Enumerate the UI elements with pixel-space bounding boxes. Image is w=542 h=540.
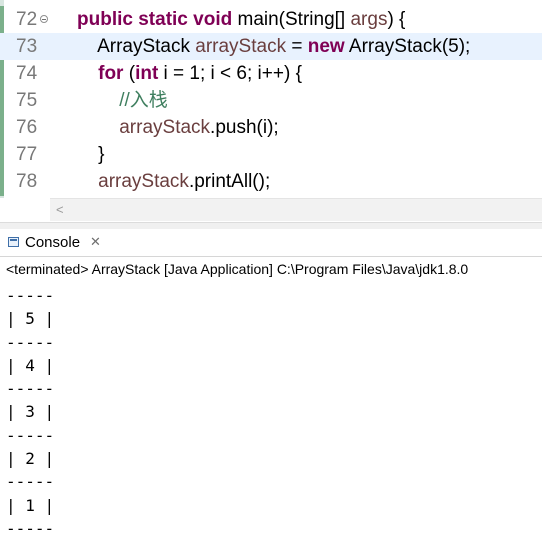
code-text: } (77, 144, 105, 165)
output-line: ----- (6, 379, 55, 399)
output-line: | 2 | (6, 449, 55, 469)
console-status: <terminated> ArrayStack [Java Applicatio… (6, 261, 469, 277)
code-line[interactable]: 72 public static void main(String[] args)… (0, 6, 542, 33)
console-output[interactable]: ----- | 5 | ----- | 4 | ----- | 3 | ----- | 2 |… (6, 284, 54, 540)
line-number: 75 (16, 90, 38, 111)
line-number: 76 (16, 117, 38, 138)
fold-toggle-icon[interactable] (40, 15, 48, 23)
output-line: ----- (6, 286, 55, 305)
tab-console[interactable]: Console ✕ (0, 229, 542, 257)
output-line: ----- (6, 472, 55, 492)
output-line: ----- (6, 425, 55, 445)
output-line: ----- (6, 332, 55, 352)
code-text: for (int i = 1; i < 6; i++) { (98, 63, 302, 84)
code-editor[interactable]: 72 public static void main(String[] args)… (0, 0, 542, 222)
output-line: | 5 | (6, 309, 55, 329)
code-line[interactable]: 78 arrayStack.printAll(); (0, 168, 542, 195)
code-line[interactable]: 75 //入栈 (0, 87, 542, 114)
scroll-left-arrow-icon[interactable]: < (56, 202, 64, 217)
output-line: ----- (6, 518, 55, 538)
console-icon (8, 237, 19, 247)
line-number: 73 (16, 36, 38, 57)
code-line[interactable]: 73 ArrayStack arrayStack = new ArrayStac… (0, 33, 542, 60)
code-text: arrayStack.push(i); (119, 117, 279, 138)
line-number: 77 (16, 144, 38, 165)
code-text: arrayStack.printAll(); (98, 171, 271, 192)
output-line: | 4 | (6, 355, 55, 375)
horizontal-scrollbar[interactable]: < (50, 198, 542, 221)
line-number: 74 (16, 63, 38, 84)
line-number: 72 (16, 9, 38, 30)
code-line[interactable]: 74 for (int i = 1; i < 6; i++) { (0, 60, 542, 87)
code-text: //入栈 (119, 90, 168, 111)
output-line: | 3 | (6, 402, 55, 422)
code-text: ArrayStack arrayStack = new ArrayStack(5… (77, 36, 471, 57)
code-line[interactable]: 76 arrayStack.push(i); (0, 114, 542, 141)
close-icon[interactable]: ✕ (90, 234, 101, 250)
line-number: 78 (16, 171, 38, 192)
code-line[interactable]: 77 } (0, 141, 542, 168)
tab-console-label: Console (25, 234, 81, 251)
code-text: public static void main(String[] args) { (77, 9, 406, 30)
output-line: | 1 | (6, 495, 55, 515)
